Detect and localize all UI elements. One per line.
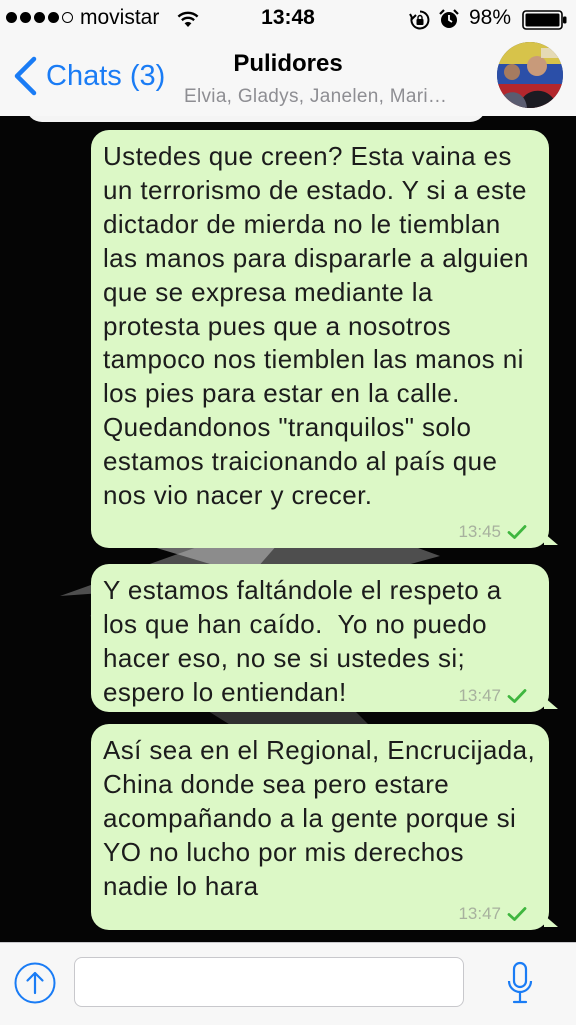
battery-icon (522, 10, 568, 35)
message-bubble[interactable]: Así sea en el Regional, Encrucijada, Chi… (91, 724, 558, 930)
message-input[interactable] (74, 957, 464, 1007)
previous-message-edge (26, 116, 486, 122)
chat-area[interactable]: Ustedes que creen? Esta vaina es un terr… (0, 116, 576, 942)
status-bar: movistar 13:48 98% (0, 0, 576, 38)
message-time: 13:47 (458, 686, 501, 705)
microphone-icon[interactable] (505, 959, 535, 1007)
rotation-lock-icon (409, 9, 431, 36)
chat-members[interactable]: Elvia, Gladys, Janelen, Mari… (184, 86, 484, 108)
message-text: Ustedes que creen? Esta vaina es un terr… (103, 141, 537, 511)
back-label: Chats (3) (46, 59, 166, 92)
alarm-icon (438, 8, 460, 35)
sent-check-icon (507, 907, 527, 921)
message-time: 13:45 (458, 522, 501, 541)
message-time: 13:47 (458, 904, 501, 923)
message-text: Así sea en el Regional, Encrucijada, Chi… (103, 735, 543, 901)
back-to-chats-button[interactable]: Chats (3) (12, 54, 165, 98)
navigation-bar: Chats (3) Pulidores Elvia, Gladys, Janel… (0, 38, 576, 117)
message-bubble[interactable]: Y estamos faltándole el respeto a los qu… (91, 564, 558, 712)
chat-title[interactable]: Pulidores (184, 50, 392, 78)
group-avatar[interactable] (497, 42, 563, 108)
sent-check-icon (507, 689, 527, 703)
battery-percent: 98% (469, 6, 512, 29)
sent-check-icon (507, 525, 527, 539)
share-icon[interactable] (14, 962, 56, 1004)
chevron-left-icon (14, 56, 37, 96)
message-composer (0, 942, 576, 1025)
message-bubble[interactable]: Ustedes que creen? Esta vaina es un terr… (91, 130, 558, 548)
